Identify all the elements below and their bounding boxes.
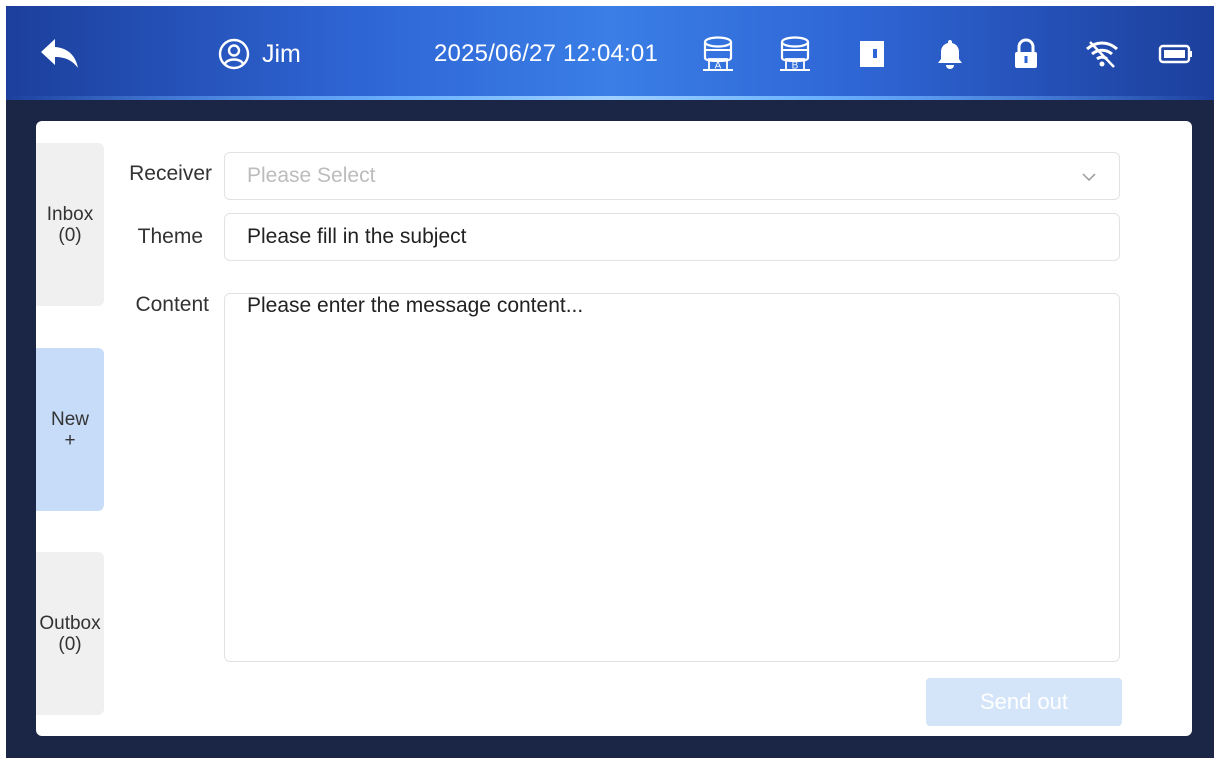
lock-status[interactable] — [1008, 36, 1044, 72]
back-button[interactable] — [36, 34, 84, 74]
tab-outbox[interactable]: Outbox (0) — [36, 552, 104, 715]
content-label: Content — [135, 293, 209, 316]
tank-a-icon: A — [703, 36, 733, 72]
tank-a-status[interactable]: A — [700, 36, 736, 72]
back-arrow-icon — [41, 39, 78, 68]
battery-status[interactable] — [1158, 36, 1194, 72]
datetime: 2025/06/27 12:04:01 — [434, 40, 659, 67]
theme-placeholder: Please fill in the subject — [247, 225, 467, 248]
tab-new-plus: + — [64, 429, 76, 451]
content-textarea[interactable]: Please enter the message content... — [224, 293, 1120, 662]
lock-icon — [1015, 38, 1037, 68]
door-status[interactable] — [854, 36, 890, 72]
tab-outbox-count: (0) — [58, 633, 82, 655]
chevron-down-icon — [1082, 173, 1096, 182]
battery-icon — [1158, 44, 1192, 64]
bell-icon — [938, 40, 962, 69]
receiver-select[interactable]: Please Select — [224, 152, 1120, 200]
theme-label: Theme — [137, 225, 203, 248]
receiver-placeholder: Please Select — [247, 164, 376, 187]
send-button[interactable]: Send out — [926, 678, 1122, 726]
notification-status[interactable] — [932, 36, 968, 72]
user-name: Jim — [262, 39, 301, 68]
user-info[interactable]: Jim — [218, 34, 301, 74]
content-placeholder: Please enter the message content... — [247, 294, 584, 317]
wifi-icon — [1086, 41, 1118, 68]
tank-b-icon: B — [780, 36, 810, 72]
tab-new[interactable]: New + — [36, 348, 104, 511]
theme-input[interactable]: Please fill in the subject — [224, 213, 1120, 261]
tab-outbox-label: Outbox — [39, 612, 101, 634]
user-icon — [218, 38, 250, 70]
tab-inbox-label: Inbox — [46, 203, 94, 225]
screen: Jim 2025/06/27 12:04:01 A B Inbox (0) Ne… — [6, 6, 1214, 758]
message-panel: Inbox (0) New + Outbox (0) Receiver Plea… — [36, 121, 1192, 736]
tab-inbox[interactable]: Inbox (0) — [36, 143, 104, 306]
header-divider — [6, 96, 1214, 100]
top-bar: Jim 2025/06/27 12:04:01 A B — [6, 6, 1214, 100]
tab-inbox-count: (0) — [58, 224, 82, 246]
tank-b-status[interactable]: B — [777, 36, 813, 72]
tab-new-label: New — [50, 408, 89, 430]
receiver-label: Receiver — [129, 162, 212, 185]
wifi-status[interactable] — [1084, 36, 1120, 72]
door-icon — [860, 41, 884, 67]
